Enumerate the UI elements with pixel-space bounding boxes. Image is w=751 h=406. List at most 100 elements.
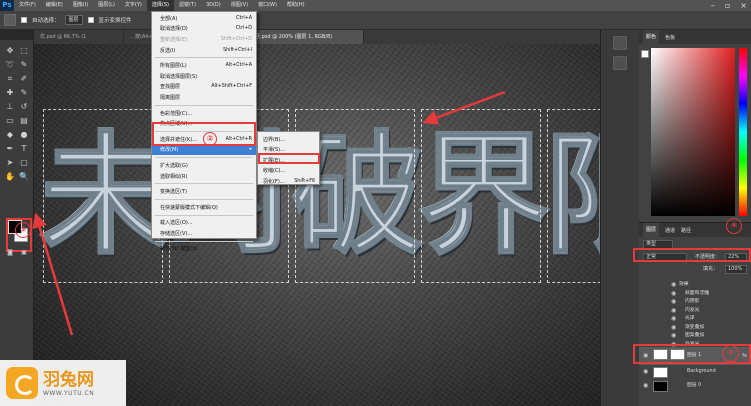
close-icon[interactable]: × — [740, 0, 747, 11]
layer-effect-item[interactable]: ◉ 内发光 — [639, 307, 751, 316]
eraser-tool-icon[interactable]: ▭ — [5, 116, 15, 126]
layer-thumbnail — [653, 381, 668, 392]
menu-1[interactable]: 编辑(E) — [41, 0, 68, 11]
menu-item[interactable]: 修改(M) ▸ — [152, 144, 256, 156]
auto-select-checkbox[interactable] — [21, 17, 27, 23]
menu-separator — [155, 157, 253, 159]
menu-0[interactable]: 文件(F) — [14, 0, 41, 11]
crop-tool-icon[interactable]: ⌗ — [5, 74, 15, 84]
menu-bar: Ps 文件(F) 编辑(E) 图像(I) 图层(L) 文字(Y) 选择(S) 滤镜(T) 3D… — [0, 0, 751, 11]
menu-item[interactable]: 所有图层(L) Alt+Ctrl+A — [152, 60, 256, 71]
eye-icon[interactable]: ◉ — [671, 290, 676, 299]
tab-paths[interactable]: 路径 — [681, 227, 691, 234]
history-brush-tool-icon[interactable]: ↺ — [19, 102, 29, 112]
move-tool-icon[interactable]: ✥ — [5, 46, 15, 56]
menu-item-label: 存储选区(V)... — [160, 230, 193, 237]
menu-6[interactable]: 滤镜(T) — [174, 0, 201, 11]
menu-item[interactable]: 选取相似(R) — [152, 171, 256, 182]
eye-icon[interactable]: ◉ — [671, 281, 676, 290]
layer-effect-item[interactable]: ◉ 光泽 — [639, 315, 751, 324]
eye-icon[interactable]: ◉ — [643, 379, 648, 392]
current-color-swatch[interactable] — [641, 50, 649, 58]
eyedropper-tool-icon[interactable]: ✐ — [19, 74, 29, 84]
hand-tool-icon[interactable]: ✋ — [5, 172, 15, 182]
menu-item[interactable]: 载入选区(O)... — [152, 218, 256, 229]
menu-item[interactable]: 隔离图层 — [152, 92, 256, 103]
menu-9[interactable]: 窗口(W) — [253, 0, 282, 11]
menu-item[interactable]: 收缩(C)... — [258, 166, 319, 177]
menu-8[interactable]: 视图(V) — [226, 0, 253, 11]
color-picker-field[interactable] — [651, 48, 735, 216]
menu-item[interactable]: 扩大选取(G) — [152, 160, 256, 171]
eye-icon[interactable]: ◉ — [671, 324, 676, 333]
tab-layers[interactable]: 图层 — [643, 223, 660, 237]
brush-tool-icon[interactable]: ✎ — [19, 88, 29, 98]
tab-channels[interactable]: 通道 — [665, 227, 675, 234]
zoom-tool-icon[interactable]: 🔍 — [19, 172, 29, 182]
move-tool-icon[interactable] — [4, 14, 16, 26]
blur-tool-icon[interactable]: ◆ — [5, 130, 15, 140]
pen-tool-icon[interactable]: ✒ — [5, 144, 15, 154]
menu-item[interactable]: 边界(B)... — [258, 134, 319, 145]
layer-row[interactable]: ◉ Background — [639, 365, 751, 378]
menu-item[interactable]: 取消选择(D) Ctrl+D — [152, 24, 256, 35]
menu-item[interactable]: 重新选择(E) Shift+Ctrl+D — [152, 34, 256, 45]
menu-item[interactable]: 存储选区(V)... — [152, 228, 256, 239]
annotation-1: ① — [722, 345, 739, 362]
menu-item[interactable]: 羽化(F)... Shift+F6 — [258, 176, 319, 187]
hue-slider[interactable] — [739, 48, 747, 216]
minimize-icon[interactable]: – — [711, 0, 715, 11]
eye-icon[interactable]: ◉ — [671, 307, 676, 316]
auto-select-dropdown[interactable]: 图层 — [64, 15, 83, 25]
screen-mode-icon[interactable]: ▣ — [19, 248, 29, 258]
document-tab[interactable]: 优.psd @ 66.7% (1 — [34, 30, 124, 44]
eye-icon[interactable]: ◉ — [671, 315, 676, 324]
quick-select-tool-icon[interactable]: ✎ — [19, 60, 29, 70]
annotation-box-opacity — [633, 248, 751, 262]
menu-7[interactable]: 3D(D) — [201, 0, 226, 11]
menu-3[interactable]: 图层(L) — [93, 0, 120, 11]
menu-4[interactable]: 文字(Y) — [120, 0, 147, 11]
healing-tool-icon[interactable]: ✚ — [5, 88, 15, 98]
layer-row[interactable]: ◉ 图层 0 — [639, 379, 751, 392]
path-select-tool-icon[interactable]: ➤ — [5, 158, 15, 168]
menu-item-label: 取消选择(D) — [160, 26, 188, 33]
artwork-character: 限 — [543, 106, 600, 286]
type-tool-icon[interactable]: T — [19, 144, 29, 154]
fill-input[interactable]: 100% — [725, 265, 747, 274]
menu-item[interactable]: 色彩范围(C)... — [152, 108, 256, 119]
layer-effect-item[interactable]: ◉ 效果 — [639, 281, 751, 290]
layer-effect-item[interactable]: ◉ 图案叠加 — [639, 332, 751, 341]
menu-10[interactable]: 帮助(H) — [282, 0, 310, 11]
shape-tool-icon[interactable]: ▢ — [19, 158, 29, 168]
eye-icon[interactable]: ◉ — [671, 298, 676, 307]
stamp-tool-icon[interactable]: ⊥ — [5, 102, 15, 112]
watermark-name: 羽兔网 — [43, 369, 94, 390]
marquee-tool-icon[interactable]: ⬚ — [19, 46, 29, 56]
menu-item[interactable]: 取消选择图层(S) — [152, 71, 256, 82]
properties-panel-icon[interactable] — [613, 56, 627, 70]
quick-mask-icon[interactable]: ◙ — [5, 248, 15, 258]
history-panel-icon[interactable] — [613, 36, 627, 50]
gradient-tool-icon[interactable]: ▤ — [19, 116, 29, 126]
layer-effect-item[interactable]: ◉ 内阴影 — [639, 298, 751, 307]
menu-5[interactable]: 选择(S) — [146, 0, 174, 11]
show-transform-checkbox[interactable] — [87, 17, 94, 23]
menu-item[interactable]: 全部(A) Ctrl+A — [152, 13, 256, 24]
tab-color[interactable]: 颜色 — [643, 30, 660, 44]
lasso-tool-icon[interactable]: ➰ — [5, 60, 15, 70]
menu-2[interactable]: 图像(I) — [68, 0, 93, 11]
eye-icon[interactable]: ◉ — [671, 332, 676, 341]
layer-effect-item[interactable]: ◉ 渐变叠加 — [639, 324, 751, 333]
menu-item[interactable]: 在快速蒙版模式下编辑(Q) — [152, 202, 256, 213]
menu-item[interactable]: 反选(I) Shift+Ctrl+I — [152, 45, 256, 56]
tab-swatches[interactable]: 色板 — [665, 34, 675, 41]
dodge-tool-icon[interactable]: ● — [19, 130, 29, 140]
document-canvas[interactable]: 未时破界限 — [34, 44, 600, 406]
eye-icon[interactable]: ◉ — [643, 365, 648, 378]
menu-item[interactable]: 新建 3D 模型(3) — [152, 244, 256, 255]
maximize-icon[interactable]: ▫ — [725, 0, 730, 11]
menu-item[interactable]: 查找图层 Alt+Shift+Ctrl+F — [152, 82, 256, 93]
layer-effect-item[interactable]: ◉ 斜面和浮雕 — [639, 290, 751, 299]
menu-item[interactable]: 变换选区(T) — [152, 186, 256, 197]
